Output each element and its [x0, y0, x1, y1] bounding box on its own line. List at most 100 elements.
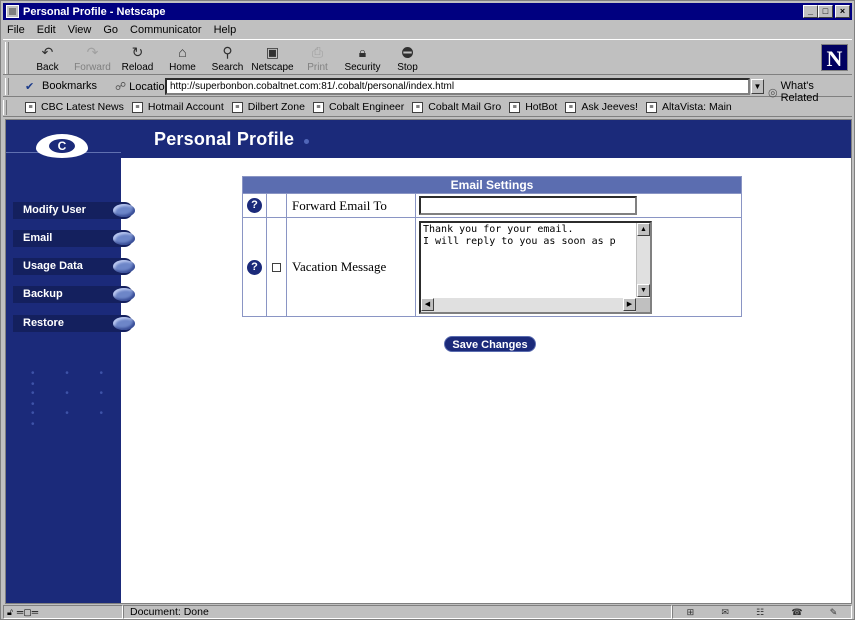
mail-icon[interactable]: ✉ — [721, 607, 729, 618]
vacation-message-label: Vacation Message — [286, 217, 416, 317]
bookmark-page-icon: ≡ — [131, 101, 143, 113]
link-cobalt-mail-gro[interactable]: ≡ Cobalt Mail Gro — [412, 101, 501, 113]
home-button[interactable]: ⌂ Home — [160, 41, 205, 75]
nav-email[interactable]: Email — [13, 230, 135, 247]
forward-arrow-icon: ↷ — [86, 44, 99, 60]
save-changes-button[interactable]: Save Changes — [444, 336, 536, 352]
cobalt-logo-glyph: C — [49, 139, 75, 153]
toolbar-button-label: Back — [36, 62, 59, 73]
bookmarks-button[interactable]: ✔ Bookmarks — [25, 80, 97, 93]
link-hotmail-account[interactable]: ≡ Hotmail Account — [131, 101, 224, 113]
netscape-button[interactable]: ▣ Netscape — [250, 41, 295, 75]
title-bar: Personal Profile - Netscape _ □ × — [3, 3, 852, 20]
link-cbc-latest-news[interactable]: ≡ CBC Latest News — [25, 101, 124, 113]
print-button[interactable]: ⎙ Print — [295, 41, 340, 75]
personal-toolbar: ≡ CBC Latest News ≡ Hotmail Account ≡ Dilbe… — [3, 98, 852, 117]
location-grip[interactable] — [5, 78, 9, 95]
navigator-icon[interactable]: ⊞ — [687, 607, 695, 618]
netscape-icon: ▣ — [265, 44, 280, 60]
help-cell: ? — [242, 193, 267, 218]
link-label: Cobalt Mail Gro — [428, 101, 502, 113]
nav-pill-icon — [113, 288, 135, 301]
link-label: Ask Jeeves! — [581, 101, 638, 113]
nav-restore[interactable]: Restore — [13, 315, 135, 332]
vacation-message-text: Thank you for your email. I will reply t… — [423, 223, 616, 247]
link-altavista-main[interactable]: ≡ AltaVista: Main — [645, 101, 732, 113]
url-dropdown-chevron-icon[interactable]: ▼ — [751, 79, 764, 94]
navigation-toolbar: ↶ Back ↷ Forward ↻ Reload ⌂ Home ⚲ Search ▣ Netscap… — [3, 39, 852, 75]
status-text: Document: Done — [123, 605, 672, 619]
link-ask-jeeves[interactable]: ≡ Ask Jeeves! — [565, 101, 638, 113]
link-cobalt-engineer[interactable]: ≡ Cobalt Engineer — [312, 101, 404, 113]
nav-label: Modify User — [23, 204, 86, 216]
nav-modify-user[interactable]: Modify User — [13, 202, 135, 219]
scroll-right-icon[interactable]: ▶ — [623, 297, 636, 311]
stop-button[interactable]: ⛔︎ Stop — [385, 41, 430, 75]
link-label: HotBot — [525, 101, 558, 113]
stop-icon: ⛔︎ — [401, 44, 414, 60]
scroll-left-icon[interactable]: ◀ — [421, 297, 434, 311]
nav-label: Backup — [23, 288, 63, 300]
menu-view[interactable]: View — [68, 24, 92, 36]
nav-pill-icon — [113, 204, 135, 217]
link-label: Dilbert Zone — [247, 101, 305, 113]
browser-window: Personal Profile - Netscape _ □ × File E… — [0, 0, 855, 620]
scroll-up-icon[interactable]: ▲ — [637, 222, 650, 236]
security-button[interactable]: 🔒︎ Security — [340, 41, 385, 75]
nav-backup[interactable]: Backup — [13, 286, 135, 303]
nav-pill-icon — [113, 260, 135, 273]
forward-email-label: Forward Email To — [286, 193, 416, 218]
link-label: CBC Latest News — [41, 101, 124, 113]
back-button[interactable]: ↶ Back — [25, 41, 70, 75]
scrollbar-corner — [636, 297, 650, 312]
address-book-icon[interactable]: ☎ — [791, 607, 802, 618]
page-proxy-icon[interactable]: ☍ — [115, 80, 126, 93]
netscape-window-icon[interactable] — [6, 5, 19, 18]
toolbar-button-label: Search — [211, 62, 244, 73]
forward-email-input[interactable] — [419, 196, 637, 215]
component-bar: ⊞ ✉ ☷ ☎ ✎ — [672, 605, 852, 619]
toolbar-button-label: Print — [307, 62, 328, 73]
menu-edit[interactable]: Edit — [37, 24, 56, 36]
home-icon: ⌂ — [178, 44, 187, 60]
forward-button[interactable]: ↷ Forward — [70, 41, 115, 75]
nav-usage-data[interactable]: Usage Data — [13, 258, 135, 275]
help-cell: ? — [242, 217, 267, 317]
newsgroups-icon[interactable]: ☷ — [756, 607, 764, 618]
vacation-checkbox[interactable] — [272, 262, 281, 272]
menu-file[interactable]: File — [7, 24, 25, 36]
close-button[interactable]: × — [835, 5, 850, 18]
toolbar-button-label: Forward — [74, 62, 111, 73]
bookmarks-icon: ✔ — [25, 81, 35, 93]
bookmark-page-icon: ≡ — [412, 101, 424, 113]
link-hotbot[interactable]: ≡ HotBot — [509, 101, 557, 113]
security-lock-icon[interactable]: 🔓︎ — [7, 607, 13, 618]
menu-go[interactable]: Go — [103, 24, 118, 36]
help-icon[interactable]: ? — [247, 198, 262, 213]
minimize-button[interactable]: _ — [803, 5, 818, 18]
toolbar-button-label: Netscape — [251, 62, 294, 73]
horizontal-scrollbar[interactable]: ◀ ▶ — [421, 297, 636, 312]
help-icon[interactable]: ? — [247, 259, 262, 275]
print-icon: ⎙ — [311, 44, 324, 60]
composer-icon[interactable]: ✎ — [830, 607, 838, 618]
search-button[interactable]: ⚲ Search — [205, 41, 250, 75]
vacation-message-textarea[interactable]: Thank you for your email. I will reply t… — [419, 220, 652, 314]
maximize-button[interactable]: □ — [818, 5, 833, 18]
toolbar-grip[interactable] — [5, 42, 9, 74]
decorative-dots: • • • • — [31, 388, 118, 410]
bookmark-page-icon: ≡ — [312, 101, 324, 113]
reload-button[interactable]: ↻ Reload — [115, 41, 160, 75]
links-grip[interactable] — [3, 100, 7, 115]
link-dilbert-zone[interactable]: ≡ Dilbert Zone — [231, 101, 305, 113]
window-title: Personal Profile - Netscape — [23, 5, 166, 18]
toolbar-button-label: Home — [169, 62, 196, 73]
netscape-logo[interactable]: N — [821, 44, 848, 71]
menu-communicator[interactable]: Communicator — [130, 24, 202, 36]
link-label: AltaVista: Main — [661, 101, 732, 113]
location-toolbar: ✔ Bookmarks ☍ Location: http://superbonb… — [3, 76, 852, 104]
url-input[interactable]: http://superbonbon.cobaltnet.com:81/.cob… — [165, 78, 750, 95]
vertical-scrollbar[interactable]: ▲ ▼ — [636, 222, 650, 297]
scroll-down-icon[interactable]: ▼ — [637, 283, 650, 297]
menu-help[interactable]: Help — [214, 24, 237, 36]
